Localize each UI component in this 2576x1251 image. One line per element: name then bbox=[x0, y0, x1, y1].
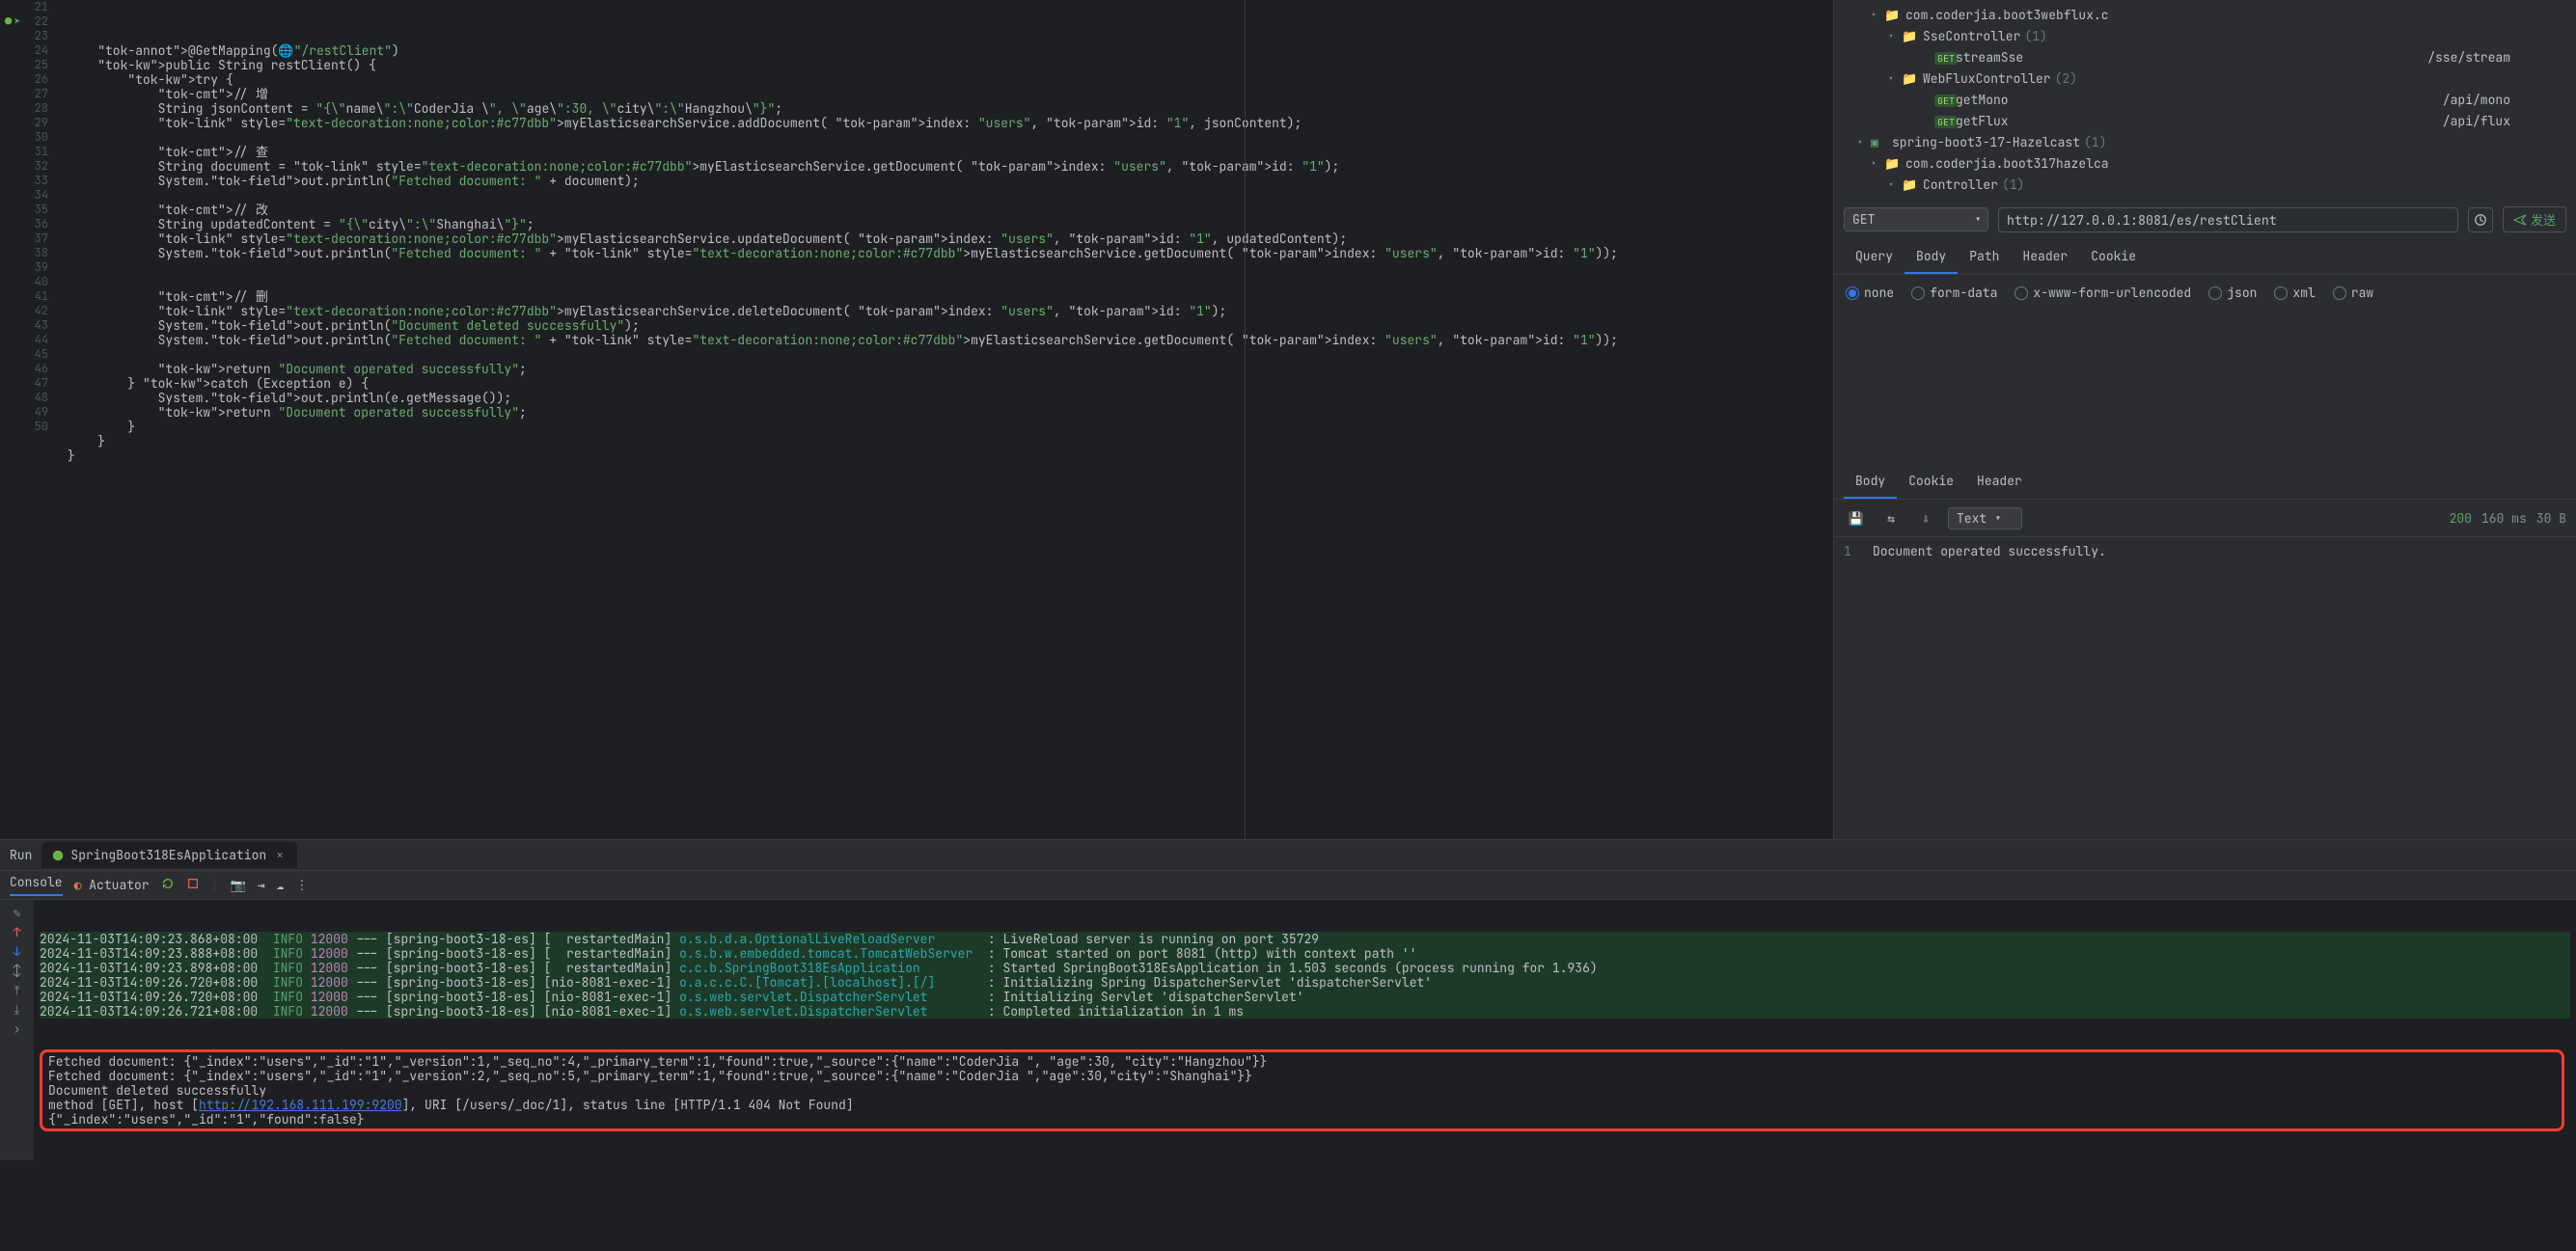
request-tab-query[interactable]: Query bbox=[1844, 240, 1905, 274]
tree-item[interactable]: ▾📁com.coderjia.boot317hazelca bbox=[1842, 152, 2568, 174]
code-area[interactable]: "tok-annot">@GetMapping(🌐"/restClient") … bbox=[58, 0, 1833, 839]
console-tab[interactable]: Console bbox=[10, 874, 63, 896]
rerun-button[interactable] bbox=[161, 877, 175, 894]
editor-gutter: 2122●➤2324252627282930313233343536373839… bbox=[0, 0, 58, 839]
tree-item[interactable]: GETgetMono/api/mono bbox=[1842, 89, 2568, 110]
log-line: 2024-11-03T14:09:23.888+08:00 INFO 12000… bbox=[40, 946, 2570, 961]
response-tab-cookie[interactable]: Cookie bbox=[1897, 465, 1965, 499]
highlight-line: Fetched document: {"_index":"users","_id… bbox=[48, 1069, 2556, 1083]
format-select-value: Text bbox=[1957, 510, 1987, 527]
down-arrow-button[interactable]: ↓ bbox=[0, 941, 34, 961]
edit-button[interactable]: ✎ bbox=[0, 903, 34, 922]
send-icon bbox=[2513, 213, 2527, 227]
response-body[interactable]: 1 Document operated successfully. bbox=[1834, 537, 2576, 565]
run-tab-label: Run bbox=[10, 847, 32, 863]
body-type-form-data[interactable]: form-data bbox=[1911, 285, 1997, 301]
status-size: 30 B bbox=[2536, 510, 2566, 527]
heap-button[interactable]: ☁ bbox=[276, 877, 284, 893]
more-button[interactable]: ⋮ bbox=[295, 877, 308, 893]
send-label: 发送 bbox=[2531, 210, 2556, 229]
expand-button[interactable]: › bbox=[0, 1019, 34, 1038]
request-tab-body[interactable]: Body bbox=[1905, 240, 1958, 274]
tree-item[interactable]: GETgetFlux/api/flux bbox=[1842, 110, 2568, 131]
request-tabs: QueryBodyPathHeaderCookie bbox=[1834, 240, 2576, 275]
response-line-number: 1 bbox=[1844, 543, 1873, 559]
log-line: 2024-11-03T14:09:26.720+08:00 INFO 12000… bbox=[40, 975, 2570, 990]
response-toolbar: 💾 ⇆ ⇩ Text ▾ 200 160 ms 30 B bbox=[1834, 500, 2576, 537]
console-body: ✎ ↑ ↓ ↕ ⤒ ⤓ › 2024-11-03T14:09:23.868+08… bbox=[0, 900, 2576, 1160]
scroll-down-button[interactable]: ⤓ bbox=[0, 999, 34, 1019]
code-editor[interactable]: 2122●➤2324252627282930313233343536373839… bbox=[0, 0, 1833, 839]
history-button[interactable] bbox=[2468, 207, 2493, 232]
console-output[interactable]: 2024-11-03T14:09:23.868+08:00 INFO 12000… bbox=[34, 900, 2576, 1160]
scroll-up-button[interactable]: ⤒ bbox=[0, 980, 34, 999]
response-tab-header[interactable]: Header bbox=[1965, 465, 2034, 499]
tree-item[interactable]: ▾📁Controller(1) bbox=[1842, 174, 2568, 195]
body-type-none[interactable]: none bbox=[1846, 285, 1894, 301]
log-line: 2024-11-03T14:09:23.868+08:00 INFO 12000… bbox=[40, 932, 2570, 946]
http-method-value: GET bbox=[1852, 211, 1875, 228]
run-tabs-bar: Run SpringBoot318EsApplication × bbox=[0, 840, 2576, 871]
tree-item[interactable]: ▾📁com.coderjia.boot3webflux.c bbox=[1842, 4, 2568, 25]
run-panel: Run SpringBoot318EsApplication × Console… bbox=[0, 839, 2576, 1249]
http-url-input[interactable] bbox=[1998, 207, 2458, 232]
request-tab-header[interactable]: Header bbox=[2011, 240, 2079, 274]
format-button[interactable]: ⇆ bbox=[1878, 505, 1904, 530]
highlight-line: method [GET], host [http://192.168.111.1… bbox=[48, 1098, 2556, 1112]
tree-item[interactable]: ▾📁SseController(1) bbox=[1842, 25, 2568, 46]
highlight-line: Fetched document: {"_index":"users","_id… bbox=[48, 1054, 2556, 1069]
body-type-json[interactable]: json bbox=[2208, 285, 2257, 301]
stop-icon bbox=[186, 877, 200, 890]
clock-icon bbox=[2474, 213, 2487, 227]
actuator-tab[interactable]: ◐ Actuator bbox=[74, 877, 150, 893]
save-response-button[interactable]: 💾 bbox=[1844, 505, 1869, 530]
soft-wrap-button[interactable]: ↕ bbox=[0, 961, 34, 980]
request-tab-cookie[interactable]: Cookie bbox=[2079, 240, 2148, 274]
spring-icon bbox=[51, 849, 65, 862]
body-type-xml[interactable]: xml bbox=[2274, 285, 2315, 301]
highlight-line: {"_index":"users","_id":"1","found":fals… bbox=[48, 1112, 2556, 1127]
body-type-x-www-form-urlencoded[interactable]: x-www-form-urlencoded bbox=[2014, 285, 2191, 301]
right-margin-line bbox=[1245, 0, 1246, 839]
up-arrow-button[interactable]: ↑ bbox=[0, 922, 34, 941]
run-app-label: SpringBoot318EsApplication bbox=[70, 847, 266, 863]
exit-button[interactable]: ⇥ bbox=[258, 877, 265, 893]
tree-item[interactable]: GETstreamSse/sse/stream bbox=[1842, 46, 2568, 68]
close-icon[interactable]: × bbox=[272, 847, 288, 863]
console-toolbar: Console ◐ Actuator | 📷 ⇥ ☁ ⋮ bbox=[0, 871, 2576, 900]
body-type-row: none form-data x-www-form-urlencoded json xm… bbox=[1834, 275, 2576, 311]
rerun-icon bbox=[161, 877, 175, 890]
body-type-raw[interactable]: raw bbox=[2333, 285, 2373, 301]
http-request-bar: GET ▾ 发送 bbox=[1834, 199, 2576, 240]
response-tab-body[interactable]: Body bbox=[1844, 465, 1897, 499]
http-method-select[interactable]: GET ▾ bbox=[1844, 207, 1988, 231]
camera-button[interactable]: 📷 bbox=[230, 877, 245, 893]
highlight-line: Document deleted successfully bbox=[48, 1083, 2556, 1098]
console-gutter: ✎ ↑ ↓ ↕ ⤒ ⤓ › bbox=[0, 900, 34, 1160]
run-app-tab[interactable]: SpringBoot318EsApplication × bbox=[41, 842, 297, 868]
format-select[interactable]: Text ▾ bbox=[1948, 507, 2022, 530]
status-code: 200 bbox=[2450, 510, 2472, 527]
http-client-panel: ▾📁com.coderjia.boot3webflux.c▾📁SseContro… bbox=[1833, 0, 2576, 839]
export-button[interactable]: ⇩ bbox=[1913, 505, 1938, 530]
chevron-down-icon: ▾ bbox=[1974, 211, 1982, 228]
status-time: 160 ms bbox=[2481, 510, 2527, 527]
log-line: 2024-11-03T14:09:23.898+08:00 INFO 12000… bbox=[40, 961, 2570, 975]
log-line: 2024-11-03T14:09:26.721+08:00 INFO 12000… bbox=[40, 1004, 2570, 1019]
request-tab-path[interactable]: Path bbox=[1958, 240, 2011, 274]
tree-item[interactable]: ▾📁WebFluxController(2) bbox=[1842, 68, 2568, 89]
send-button[interactable]: 发送 bbox=[2503, 206, 2566, 232]
stop-button[interactable] bbox=[186, 877, 200, 894]
response-text: Document operated successfully. bbox=[1873, 543, 2106, 559]
endpoints-tree[interactable]: ▾📁com.coderjia.boot3webflux.c▾📁SseContro… bbox=[1834, 0, 2576, 199]
tree-item[interactable]: ▾▣spring-boot3-17-Hazelcast(1) bbox=[1842, 131, 2568, 152]
response-tabs: BodyCookieHeader bbox=[1834, 465, 2576, 500]
log-line: 2024-11-03T14:09:26.720+08:00 INFO 12000… bbox=[40, 990, 2570, 1004]
highlighted-output: Fetched document: {"_index":"users","_id… bbox=[40, 1049, 2564, 1131]
